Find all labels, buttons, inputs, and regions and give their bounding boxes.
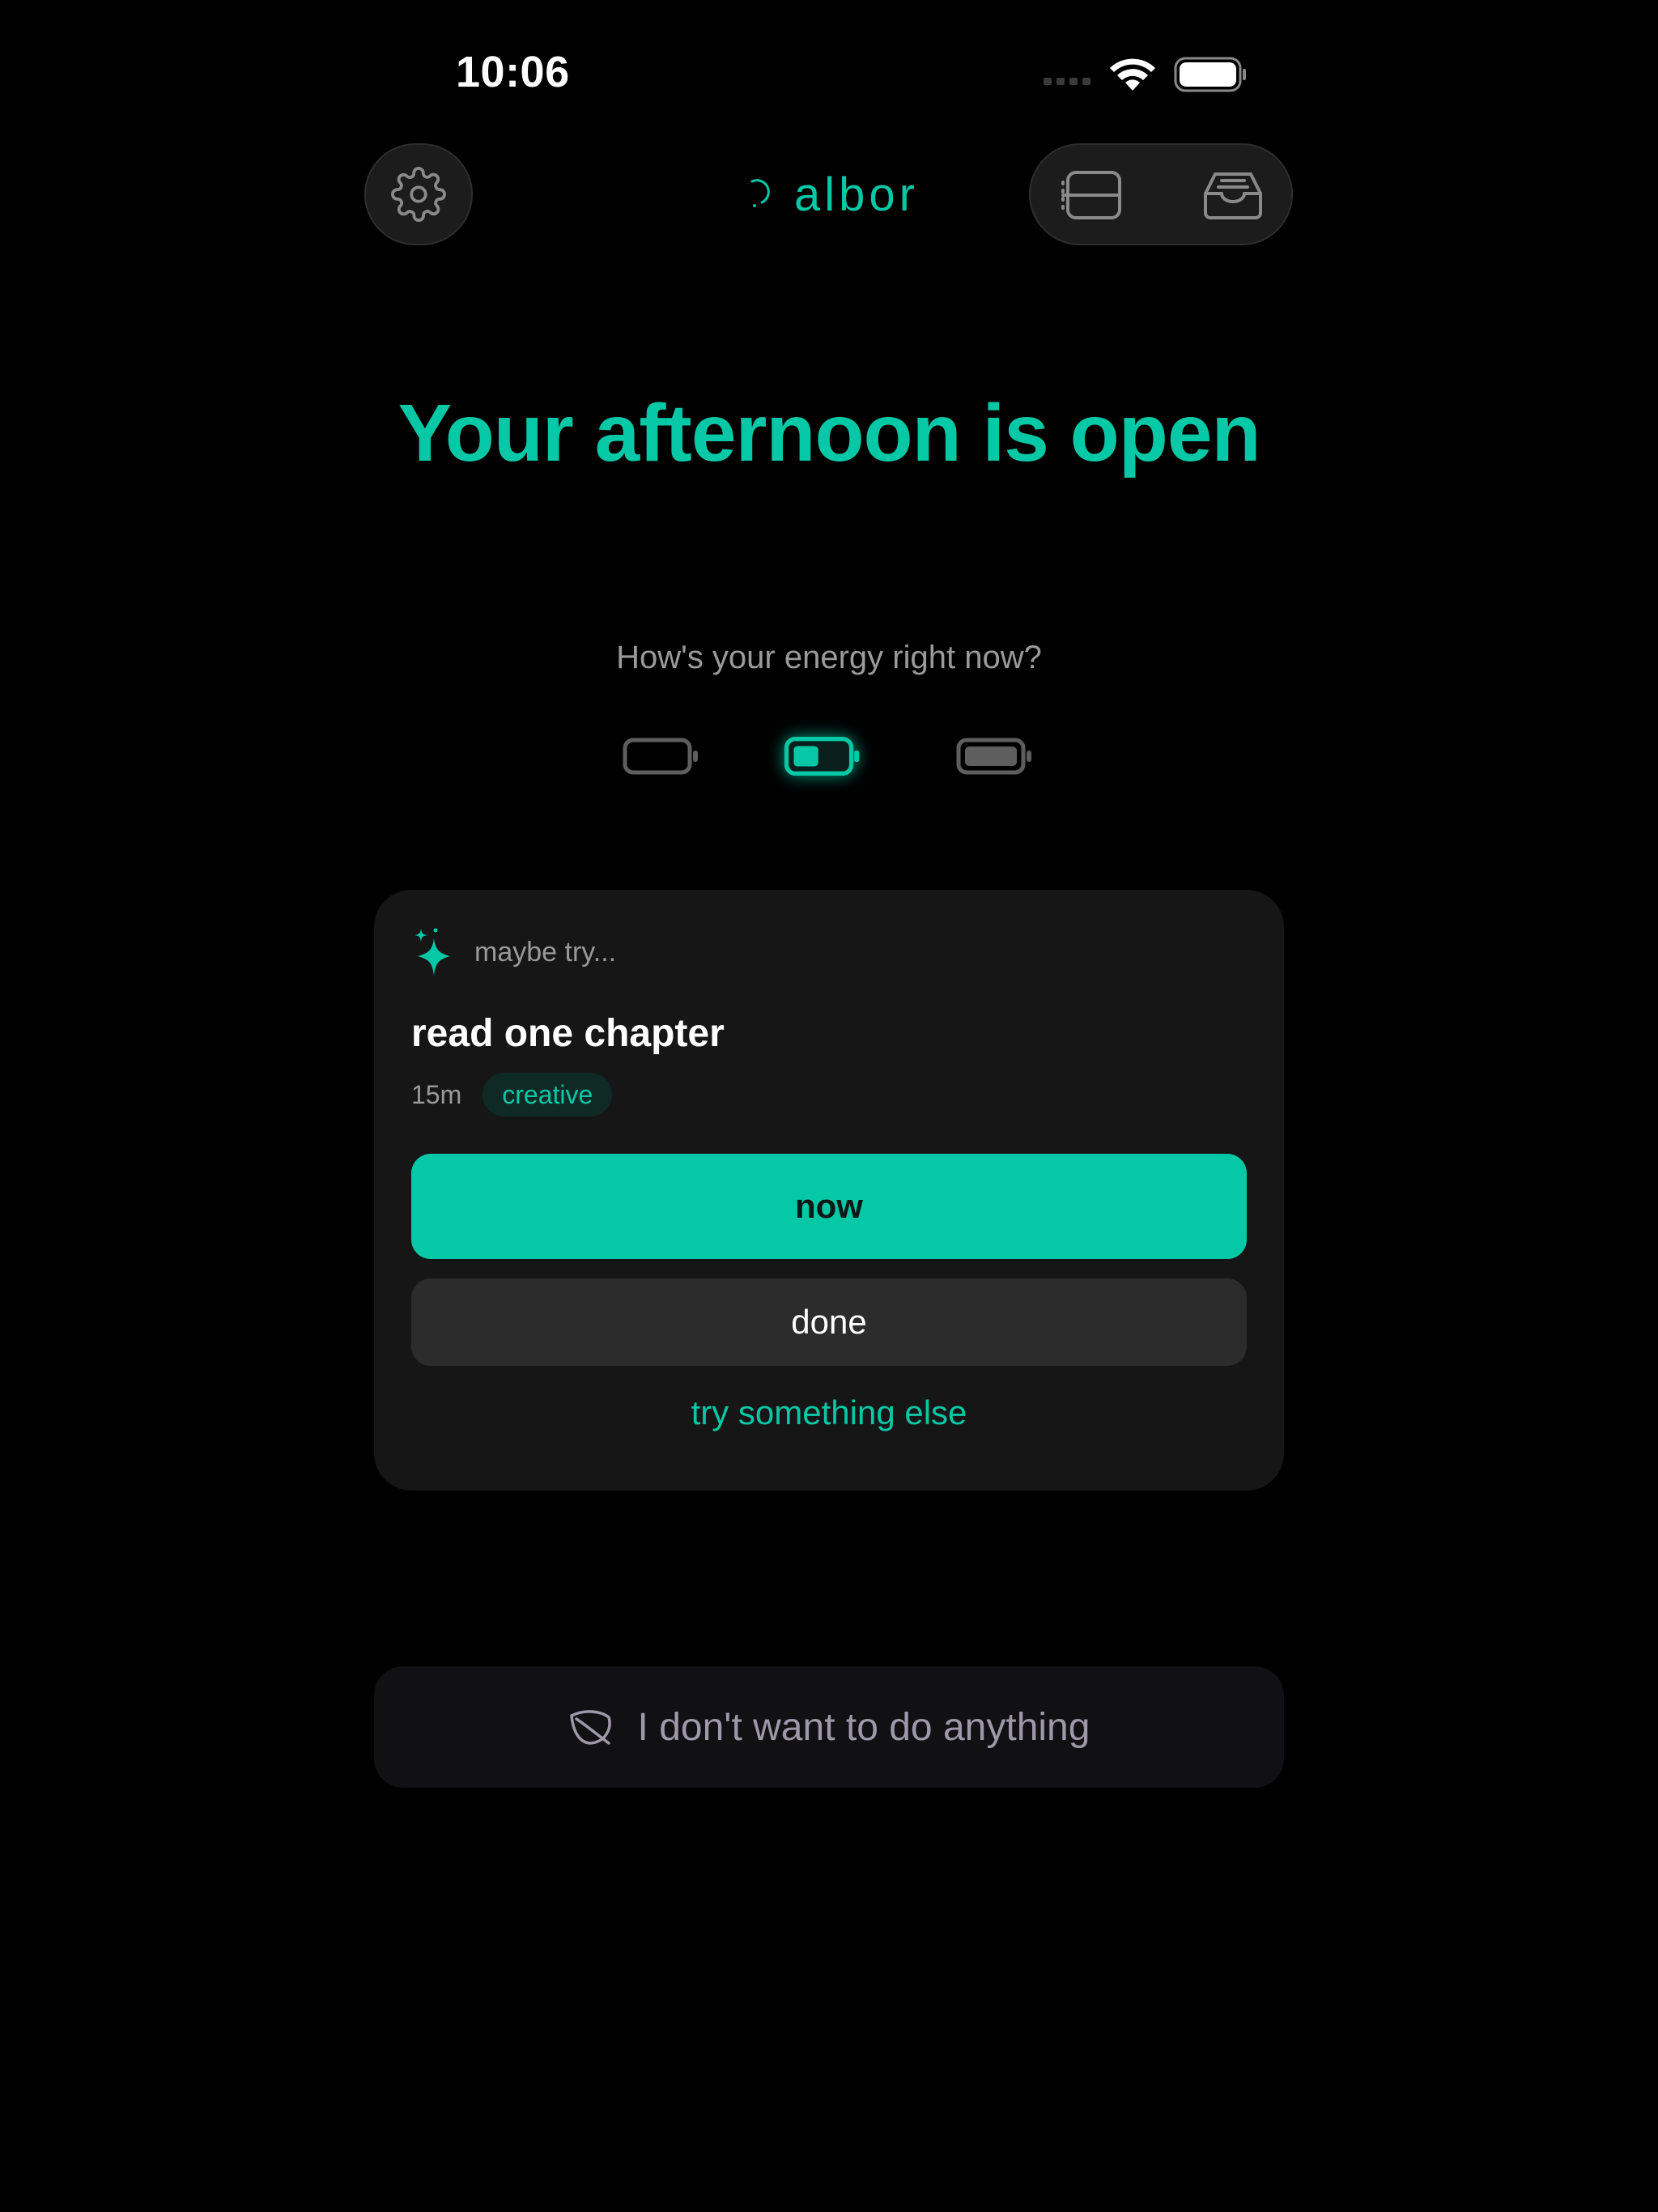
suggestion-duration: 15m	[411, 1079, 462, 1109]
rest-button-label: I don't want to do anything	[637, 1705, 1090, 1749]
wifi-icon	[1110, 58, 1155, 91]
settings-button[interactable]	[364, 143, 473, 245]
battery-empty-icon	[623, 738, 698, 775]
cellular-signal-icon	[1044, 78, 1090, 85]
energy-high-option[interactable]	[955, 734, 1033, 779]
app-name: albor	[794, 168, 919, 221]
suggestion-title: read one chapter	[411, 1012, 725, 1055]
category-tag: creative	[483, 1073, 613, 1117]
page-title: Your afternoon is open	[397, 388, 1261, 479]
mark-done-button[interactable]: done	[411, 1278, 1247, 1366]
suggestion-eyebrow: maybe try...	[411, 925, 616, 979]
energy-question: How's your energy right now?	[616, 640, 1042, 675]
suggestion-meta: 15m creative	[411, 1073, 613, 1117]
sparkles-icon	[414, 928, 450, 976]
home-screen: 10:06 albor Your afternoon is open How's…	[0, 0, 1658, 2212]
try-something-else-button[interactable]: try something else	[374, 1393, 1284, 1432]
app-logo: albor	[741, 162, 919, 227]
inbox-button[interactable]	[1201, 164, 1265, 226]
status-indicators	[1040, 53, 1247, 96]
status-time: 10:06	[456, 48, 570, 96]
battery-full-icon	[956, 738, 1031, 775]
rest-button[interactable]: I don't want to do anything	[374, 1666, 1284, 1788]
energy-medium-option[interactable]	[784, 734, 861, 779]
suggestion-eyebrow-text: maybe try...	[474, 936, 617, 968]
list-icon	[1061, 171, 1121, 219]
start-now-button[interactable]: now	[411, 1154, 1247, 1259]
tasks-list-button[interactable]	[1060, 164, 1124, 226]
battery-status-icon	[1174, 57, 1246, 92]
gear-icon	[391, 167, 446, 222]
header-nav	[1029, 143, 1293, 245]
leaf-icon	[569, 1710, 611, 1745]
energy-low-option[interactable]	[622, 734, 699, 779]
loading-arc-icon	[750, 179, 770, 207]
battery-half-icon	[784, 737, 860, 776]
inbox-icon	[1204, 172, 1262, 219]
suggestion-card: maybe try... read one chapter 15m creati…	[374, 890, 1284, 1491]
